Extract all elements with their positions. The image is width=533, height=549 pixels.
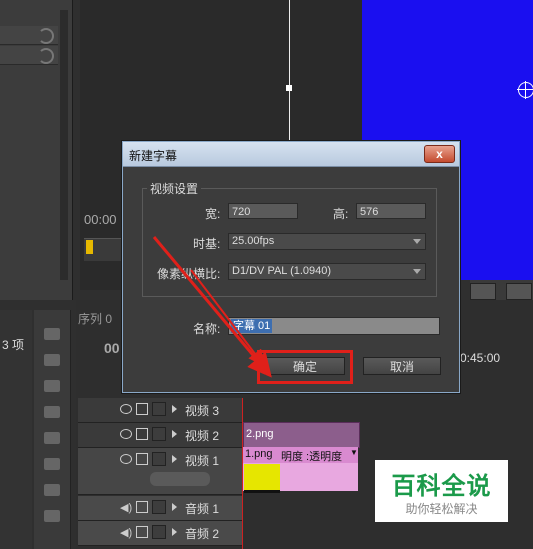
playhead-marker[interactable]: [86, 240, 93, 254]
speaker-icon[interactable]: ◀): [120, 501, 132, 514]
project-panel: [0, 0, 73, 300]
name-label: 名称:: [193, 322, 221, 336]
sync-lock-icon[interactable]: [136, 453, 148, 465]
expand-arrow-icon[interactable]: [172, 430, 177, 438]
lock-toggle[interactable]: [152, 452, 166, 466]
clip-effect-dropdown[interactable]: 明度 :透明度: [281, 448, 342, 464]
name-field[interactable]: 字幕 01: [228, 317, 440, 335]
project-list-strip: 3 项: [0, 310, 32, 549]
track-header-video-3[interactable]: 视频 3: [78, 398, 242, 423]
track-name: 音频 1: [185, 502, 220, 516]
sync-lock-icon[interactable]: [136, 428, 148, 440]
tools-panel: [34, 310, 71, 549]
sync-lock-icon[interactable]: [136, 501, 148, 513]
monitor-anchor-point[interactable]: [286, 85, 292, 91]
sync-lock-icon[interactable]: [136, 403, 148, 415]
chevron-down-icon[interactable]: [413, 239, 421, 244]
monitor-guide-line: [289, 0, 290, 160]
timebase-label: 时基:: [193, 237, 221, 251]
eye-icon[interactable]: [120, 404, 132, 414]
source-timecode: 00:00: [84, 212, 117, 227]
sync-lock-icon[interactable]: [136, 526, 148, 538]
height-label: 高:: [333, 207, 349, 221]
cancel-button[interactable]: 取消: [363, 357, 441, 375]
ripple-edit-tool-icon[interactable]: [44, 380, 60, 392]
timebase-value: 25.00fps: [232, 235, 275, 247]
watermark-subtitle: 助你轻松解决: [405, 502, 478, 516]
track-name: 视频 2: [185, 429, 220, 443]
keyframe-navigator[interactable]: [150, 472, 210, 486]
slip-tool-icon[interactable]: [44, 432, 60, 444]
hand-tool-icon[interactable]: [44, 484, 60, 496]
width-field[interactable]: 720: [228, 203, 298, 219]
close-button[interactable]: x: [424, 145, 455, 163]
pixel-aspect-select[interactable]: D1/DV PAL (1.0940): [228, 263, 426, 280]
track-header-audio-1[interactable]: ◀) 音频 1: [78, 496, 242, 521]
expand-arrow-icon[interactable]: [172, 503, 177, 511]
clip-label: 2.png: [246, 428, 274, 440]
dialog-title: 新建字幕: [129, 149, 178, 163]
lock-toggle[interactable]: [152, 500, 166, 514]
ruler-timecode: 0:45:00: [460, 351, 501, 365]
expand-arrow-icon[interactable]: [172, 528, 177, 536]
reset-icon[interactable]: [38, 28, 54, 44]
step-back-button[interactable]: [470, 283, 496, 300]
track-header-video-2[interactable]: 视频 2: [78, 423, 242, 448]
eye-icon[interactable]: [120, 429, 132, 439]
ok-button[interactable]: 确定: [265, 357, 345, 375]
track-name: 音频 2: [185, 527, 220, 541]
chevron-down-icon[interactable]: [413, 269, 421, 274]
track-header-audio-2[interactable]: ◀) 音频 2: [78, 521, 242, 546]
width-label: 宽:: [205, 207, 221, 221]
pen-tool-icon[interactable]: [44, 458, 60, 470]
zoom-tool-icon[interactable]: [44, 510, 60, 522]
lock-toggle[interactable]: [152, 402, 166, 416]
timebase-select[interactable]: 25.00fps: [228, 233, 426, 250]
watermark-title: 百科全说: [391, 473, 492, 500]
expand-arrow-icon[interactable]: [172, 405, 177, 413]
height-field[interactable]: 576: [356, 203, 426, 219]
clip-thumbnail: [244, 464, 280, 493]
new-title-dialog: 新建字幕 x 视频设置 宽: 720 高: 576 时基: 25.00fps 像…: [122, 141, 460, 393]
scrollbar[interactable]: [60, 10, 68, 280]
selection-tool-icon[interactable]: [44, 328, 60, 340]
track-header-video-1[interactable]: 视频 1: [78, 448, 242, 495]
tab-sequence[interactable]: 序列 0: [78, 310, 126, 328]
lock-toggle[interactable]: [152, 427, 166, 441]
timeline-timecode: 00: [104, 340, 120, 356]
track-name: 视频 3: [185, 404, 220, 418]
watermark-logo: 百科全说 助你轻松解决: [375, 460, 508, 522]
track-select-tool-icon[interactable]: [44, 354, 60, 366]
clip-label: 1.png: [245, 448, 273, 460]
lock-toggle[interactable]: [152, 525, 166, 539]
eye-icon[interactable]: [120, 454, 132, 464]
crosshair-icon[interactable]: [517, 81, 533, 99]
clip-2-png[interactable]: 2.png: [243, 422, 360, 448]
razor-tool-icon[interactable]: [44, 406, 60, 418]
pixel-aspect-value: D1/DV PAL (1.0940): [232, 265, 332, 277]
reset-icon[interactable]: [38, 48, 54, 64]
speaker-icon[interactable]: ◀): [120, 526, 132, 539]
chevron-down-icon[interactable]: ▼: [350, 448, 358, 457]
items-count: 3 项: [2, 338, 25, 352]
pixel-aspect-label: 像素纵横比:: [157, 267, 221, 281]
track-name: 视频 1: [185, 454, 220, 468]
play-button[interactable]: [506, 283, 532, 300]
video-settings-title: 视频设置: [147, 180, 202, 197]
expand-arrow-icon[interactable]: [172, 455, 177, 463]
name-value: 字幕 01: [231, 319, 273, 333]
clip-1-header[interactable]: 1.png 明度 :透明度 ▼: [243, 447, 358, 463]
dialog-titlebar[interactable]: 新建字幕 x: [123, 142, 459, 167]
